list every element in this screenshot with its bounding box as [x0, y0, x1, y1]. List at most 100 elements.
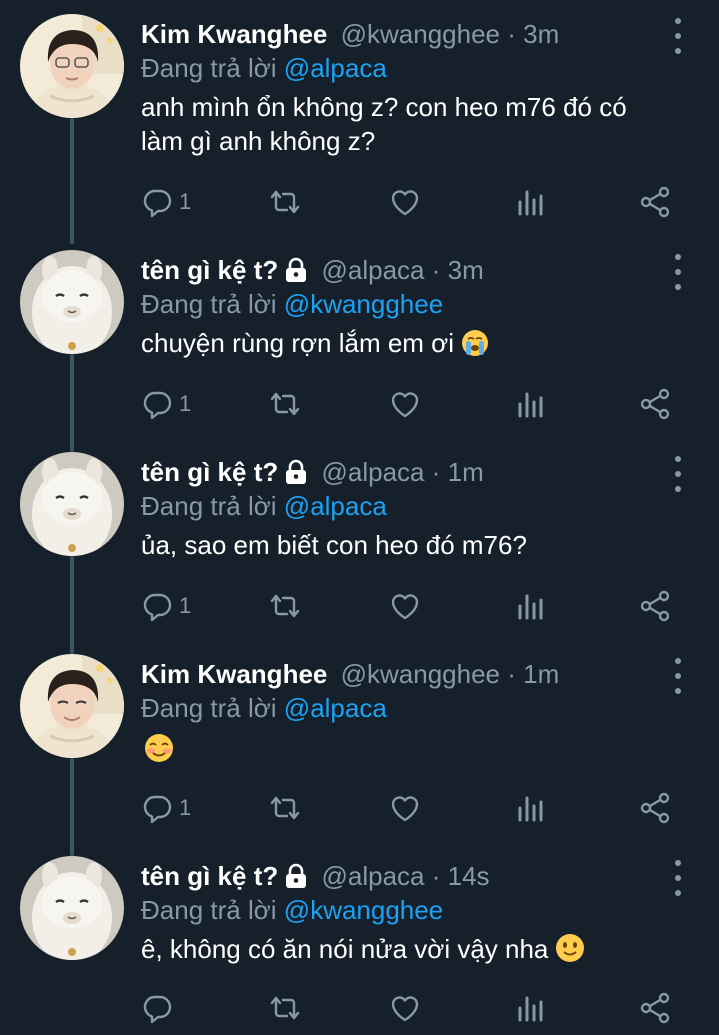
lock-icon: [286, 863, 307, 888]
tweet[interactable]: tên gì kệ t? @alpaca · 1m Đang trả lời @…: [0, 438, 719, 654]
analytics-button[interactable]: [517, 988, 545, 1028]
reply-button[interactable]: 1: [141, 788, 191, 828]
retweet-icon: [270, 190, 300, 214]
retweet-button[interactable]: [268, 988, 302, 1028]
timestamp[interactable]: 3m: [523, 19, 559, 49]
retweet-button[interactable]: [268, 182, 302, 222]
tweet[interactable]: Kim Kwanghee @kwangghee · 1m Đang trả lờ…: [0, 640, 719, 856]
avatar[interactable]: [20, 14, 124, 118]
handle[interactable]: @kwangghee: [341, 659, 500, 689]
share-icon: [640, 792, 670, 824]
more-menu-icon[interactable]: [668, 456, 688, 492]
share-button[interactable]: [638, 988, 672, 1028]
slightly-smiling-face-icon: [556, 934, 585, 962]
reply-context: Đang trả lời @alpaca: [141, 490, 387, 522]
avatar[interactable]: [20, 452, 124, 556]
like-button[interactable]: [388, 182, 422, 222]
analytics-button[interactable]: [517, 788, 545, 828]
reply-mention[interactable]: @alpaca: [284, 491, 387, 521]
analytics-icon: [518, 996, 543, 1022]
display-name[interactable]: Kim Kwanghee: [141, 19, 327, 49]
display-name[interactable]: tên gì kệ t?: [141, 255, 278, 285]
reply-prefix: Đang trả lời: [141, 693, 277, 723]
reply-button[interactable]: 1: [141, 182, 191, 222]
avatar[interactable]: [20, 250, 124, 354]
reply-prefix: Đang trả lời: [141, 491, 277, 521]
share-button[interactable]: [638, 384, 672, 424]
retweet-button[interactable]: [268, 384, 302, 424]
share-icon: [640, 590, 670, 622]
retweet-button[interactable]: [268, 586, 302, 626]
more-menu-icon[interactable]: [668, 254, 688, 290]
reply-prefix: Đang trả lời: [141, 53, 277, 83]
analytics-icon: [518, 796, 543, 822]
timestamp[interactable]: 14s: [448, 861, 490, 891]
tweet-actions: 1: [0, 384, 719, 424]
tweet-actions: 1: [0, 586, 719, 626]
reply-icon: [143, 995, 172, 1024]
reply-mention[interactable]: @alpaca: [284, 693, 387, 723]
like-icon: [391, 996, 419, 1022]
tweet-text: anh mình ổn không z? con heo m76 đó có l…: [141, 92, 627, 156]
reply-button[interactable]: 1: [141, 586, 191, 626]
like-button[interactable]: [388, 788, 422, 828]
retweet-icon: [270, 392, 300, 416]
reply-context: Đang trả lời @kwangghee: [141, 288, 443, 320]
like-button[interactable]: [388, 988, 422, 1028]
timestamp[interactable]: 1m: [448, 457, 484, 487]
alpaca-avatar-image: [20, 250, 124, 354]
tweet-actions: 1: [0, 788, 719, 828]
thread-line: [70, 118, 74, 244]
handle[interactable]: @alpaca: [321, 255, 424, 285]
reply-button[interactable]: [141, 988, 179, 1028]
tweet-text: ê, không có ăn nói nửa vời vậy nha: [141, 934, 549, 964]
share-button[interactable]: [638, 586, 672, 626]
separator-dot: ·: [507, 19, 516, 49]
reply-button[interactable]: 1: [141, 384, 191, 424]
avatar[interactable]: [20, 856, 124, 960]
reply-mention[interactable]: @kwangghee: [284, 289, 443, 319]
more-menu-icon[interactable]: [668, 658, 688, 694]
analytics-button[interactable]: [517, 384, 545, 424]
handle[interactable]: @alpaca: [321, 861, 424, 891]
retweet-button[interactable]: [268, 788, 302, 828]
smiling-blush-face-icon: [145, 734, 173, 762]
reply-context: Đang trả lời @kwangghee: [141, 894, 443, 926]
analytics-button[interactable]: [517, 182, 545, 222]
reply-mention[interactable]: @alpaca: [284, 53, 387, 83]
tweet[interactable]: tên gì kệ t? @alpaca · 14s Đang trả lời …: [0, 842, 719, 1035]
crying-face-icon: [462, 330, 489, 356]
handle[interactable]: @kwangghee: [341, 19, 500, 49]
like-button[interactable]: [388, 586, 422, 626]
separator-dot: ·: [431, 861, 441, 891]
handle[interactable]: @alpaca: [321, 457, 424, 487]
timestamp[interactable]: 3m: [448, 255, 484, 285]
reply-mention[interactable]: @kwangghee: [284, 895, 443, 925]
timestamp[interactable]: 1m: [523, 659, 559, 689]
display-name[interactable]: tên gì kệ t?: [141, 457, 278, 487]
share-icon: [640, 992, 670, 1024]
tweet-text: chuyện rùng rợn lắm em ơi: [141, 328, 455, 358]
avatar[interactable]: [20, 654, 124, 758]
separator-dot: ·: [507, 659, 516, 689]
display-name[interactable]: tên gì kệ t?: [141, 861, 278, 891]
alpaca-avatar-image: [20, 856, 124, 960]
share-icon: [640, 388, 670, 420]
share-button[interactable]: [638, 182, 672, 222]
tweet[interactable]: Kim Kwanghee @kwangghee · 3m Đang trả lờ…: [0, 0, 719, 244]
separator-dot: ·: [431, 457, 441, 487]
analytics-icon: [518, 392, 543, 418]
more-menu-icon[interactable]: [668, 860, 688, 896]
retweet-icon: [270, 796, 300, 820]
person-avatar-image: [20, 654, 124, 758]
reply-prefix: Đang trả lời: [141, 289, 277, 319]
display-name[interactable]: Kim Kwanghee: [141, 659, 327, 689]
share-button[interactable]: [638, 788, 672, 828]
like-icon: [391, 796, 419, 822]
tweet[interactable]: tên gì kệ t? @alpaca · 3m Đang trả lời @…: [0, 236, 719, 452]
more-menu-icon[interactable]: [668, 18, 688, 54]
analytics-button[interactable]: [517, 586, 545, 626]
like-button[interactable]: [388, 384, 422, 424]
reply-icon: [143, 189, 172, 218]
lock-icon: [286, 257, 307, 282]
